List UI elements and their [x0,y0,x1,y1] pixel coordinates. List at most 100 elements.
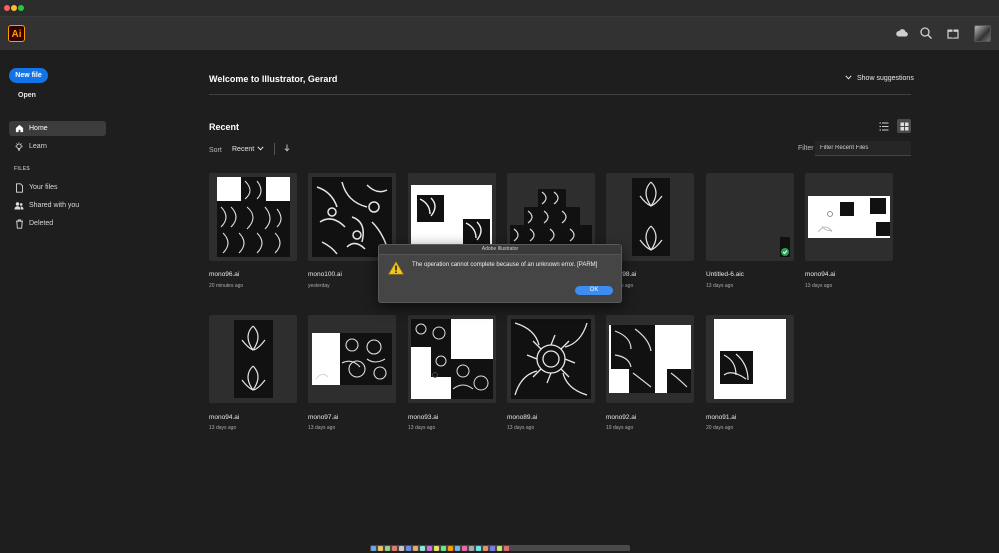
file-thumbnail [511,319,591,399]
sidebar-item-label: Your files [29,184,58,191]
file-date: 19 days ago [606,425,634,431]
file-date: 20 days ago [706,425,734,431]
file-thumbnail [609,325,691,393]
file-name[interactable]: mono91.ai [706,414,736,421]
divider [209,94,911,95]
list-view-icon [879,122,889,130]
file-card[interactable] [706,315,794,403]
sidebar-item-label: Home [29,125,48,132]
file-date: 13 days ago [706,283,734,289]
dock-app-icon[interactable] [448,545,453,551]
dock-app-icon[interactable] [406,545,411,551]
sort-label: Sort [209,147,222,154]
app-header: Ai [0,17,999,50]
file-thumbnail [510,189,592,245]
dialog-title: Adobe Illustrator [379,245,621,255]
dock-app-icon[interactable] [497,545,502,551]
open-link[interactable]: Open [18,92,36,99]
dock-app-icon[interactable] [476,545,481,551]
search-icon[interactable] [919,26,933,40]
show-suggestions-toggle[interactable]: Show suggestions [845,75,914,82]
illustrator-logo[interactable]: Ai [8,25,25,42]
file-card[interactable] [706,173,794,261]
dock-app-icon[interactable] [455,545,460,551]
zoom-window-button[interactable] [18,5,24,11]
close-window-button[interactable] [4,5,10,11]
dock-app-icon[interactable] [371,545,376,551]
cloud-icon[interactable] [895,26,909,40]
user-avatar[interactable] [974,25,991,42]
dock-app-icon[interactable] [420,545,425,551]
dock-app-icon[interactable] [399,545,404,551]
sidebar-item-label: Shared with you [29,202,80,209]
window-titlebar [0,0,999,17]
file-name[interactable]: mono94.ai [805,271,835,278]
warning-icon [388,261,404,275]
dock-app-icon[interactable] [378,545,383,551]
file-name[interactable]: mono92.ai [606,414,636,421]
file-card[interactable] [606,315,694,403]
file-thumbnail [780,237,790,257]
file-name[interactable]: mono100.ai [308,271,342,278]
sidebar-item-learn[interactable]: Learn [9,139,106,154]
sort-value: Recent [232,146,255,153]
dock-app-icon[interactable] [434,545,439,551]
divider [274,143,275,155]
new-file-button[interactable]: New file [9,68,48,83]
files-section-label: FILES [14,166,31,172]
dock-app-icon[interactable] [392,545,397,551]
file-card[interactable] [209,315,297,403]
dock-app-icon[interactable] [462,545,467,551]
dock-app-icon[interactable] [441,545,446,551]
file-card[interactable] [805,173,893,261]
file-name[interactable]: mono89.ai [507,414,537,421]
file-date: 13 days ago [308,425,336,431]
file-name[interactable]: mono96.ai [209,271,239,278]
file-date: 13 days ago [209,425,237,431]
file-date: yesterday [308,283,330,289]
home-icon [14,124,24,134]
file-thumbnail [808,196,890,238]
filter-label: Filter [798,145,814,152]
grid-view-button[interactable] [897,119,911,133]
file-date: 13 days ago [408,425,436,431]
dock-app-icon[interactable] [490,545,495,551]
file-thumbnail [411,185,492,249]
file-date: 13 days ago [507,425,535,431]
file-date: 13 days ago [805,283,833,289]
dock-app-icon[interactable] [483,545,488,551]
sidebar-item-home[interactable]: Home [9,121,106,136]
file-name[interactable]: mono94.ai [209,414,239,421]
file-card[interactable] [408,315,496,403]
filter-input[interactable] [815,141,911,156]
dock [370,545,630,551]
file-card[interactable] [308,315,396,403]
chevron-down-icon [845,75,852,82]
ok-button[interactable]: OK [575,286,613,295]
dock-app-icon[interactable] [385,545,390,551]
file-name[interactable]: mono93.ai [408,414,438,421]
file-name[interactable]: mono97.ai [308,414,338,421]
file-card[interactable] [209,173,297,261]
file-name[interactable]: Untitled-6.aic [706,271,744,278]
sort-dropdown[interactable]: Recent [232,146,264,153]
sidebar-item-deleted[interactable]: Deleted [9,216,106,231]
minimize-window-button[interactable] [11,5,17,11]
sort-direction-button[interactable] [284,144,290,154]
error-dialog: Adobe Illustrator The operation cannot c… [378,244,622,303]
dock-app-icon[interactable] [504,545,509,551]
file-thumbnail [217,177,290,257]
welcome-heading: Welcome to Illustrator, Gerard [209,74,338,84]
dock-app-icon[interactable] [469,545,474,551]
file-thumbnail [714,319,786,399]
dock-app-icon[interactable] [427,545,432,551]
recent-heading: Recent [209,122,240,132]
dock-app-icon[interactable] [413,545,418,551]
file-card[interactable] [507,315,595,403]
sidebar-item-shared-with-you[interactable]: Shared with you [9,198,106,213]
sidebar-item-label: Deleted [29,220,54,227]
gift-icon[interactable] [946,26,960,40]
file-thumbnail [234,320,273,398]
list-view-button[interactable] [877,119,891,133]
sidebar-item-your-files[interactable]: Your files [9,180,106,195]
